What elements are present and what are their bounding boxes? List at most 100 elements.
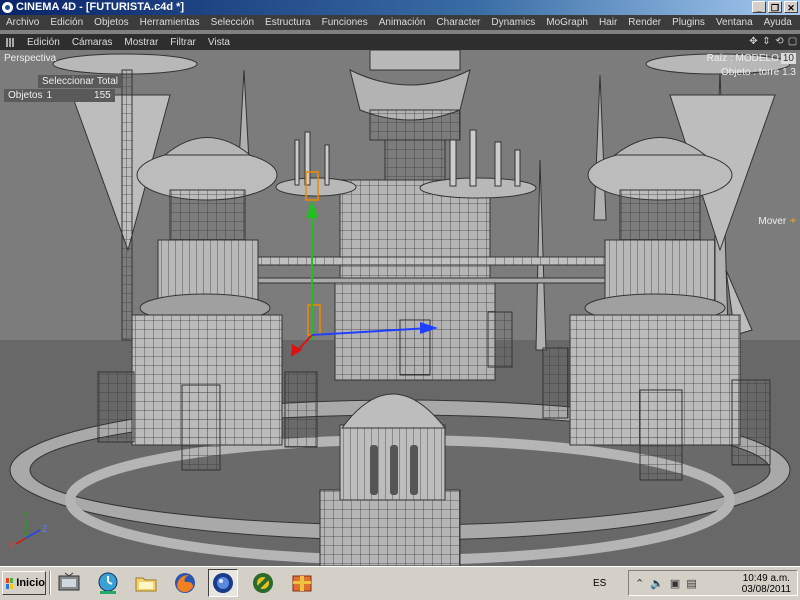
pillar (181, 384, 221, 471)
network-icon[interactable]: ▤ (686, 577, 696, 590)
taskbar-app-timer[interactable] (93, 569, 123, 597)
menu-animacion[interactable]: Animación (373, 17, 431, 28)
taskbar: Inicio ES ⌃ 🔈 ▣ ▤ 10:49 a.m. 03/08/2011 (0, 566, 800, 600)
close-button[interactable]: ✕ (784, 1, 798, 13)
objects-label: Objetos (8, 90, 43, 101)
taskbar-app-tool[interactable] (248, 569, 278, 597)
menu-render[interactable]: Render (622, 17, 666, 28)
taskbar-app-folder[interactable] (131, 569, 161, 597)
viewport-menu-vista[interactable]: Vista (202, 37, 236, 48)
front-base-wire (320, 490, 460, 566)
clock-date: 03/08/2011 (741, 584, 791, 595)
selected-object-bottom[interactable] (307, 304, 321, 336)
rotate-view-icon[interactable]: ⟲ (774, 36, 785, 47)
menu-dynamics[interactable]: Dynamics (485, 17, 540, 28)
perspective-viewport[interactable]: Y Z X Perspectiva Seleccionar Total Obje… (0, 50, 800, 566)
taskbar-app-archive[interactable] (287, 569, 317, 597)
volume-icon[interactable]: 🔈 (650, 577, 664, 590)
taskbar-app-firefox[interactable] (170, 569, 200, 597)
tool-label: Mover (758, 216, 787, 227)
walkway-rail (257, 257, 607, 265)
object-stats: Objetos 1 155 (4, 89, 115, 102)
menu-ayuda[interactable]: Ayuda (758, 17, 797, 28)
menu-mograph[interactable]: MoGraph (540, 17, 593, 28)
spire (593, 74, 607, 221)
maximize-view-icon[interactable]: ▢ (787, 36, 798, 47)
spire (535, 159, 547, 351)
move-tool-icon: + (790, 216, 796, 227)
disk-left (275, 177, 357, 197)
viewport-menu-mostrar[interactable]: Mostrar (118, 37, 164, 48)
start-button[interactable]: Inicio (2, 571, 46, 595)
window-controls: _ ❐ ✕ (752, 1, 798, 13)
menu-funciones[interactable]: Funciones (316, 17, 373, 28)
objects-count: 1 (46, 90, 53, 101)
cinema4d-icon (213, 573, 233, 593)
move-view-icon[interactable]: ✥ (748, 36, 759, 47)
taskbar-app-tv[interactable] (54, 569, 84, 597)
cinema4d-app-icon[interactable] (2, 2, 13, 13)
walkway-lower (257, 277, 609, 284)
left-cap (163, 137, 252, 156)
clock-time: 10:49 a.m. (742, 573, 790, 584)
tv-icon (58, 572, 80, 591)
taskbar-app-cinema4d[interactable] (208, 569, 238, 597)
menu-plugins[interactable]: Plugins (666, 17, 710, 28)
language-indicator[interactable]: ES (593, 578, 606, 589)
pillar (639, 389, 683, 481)
folder-icon (135, 577, 157, 592)
viewport-menu-camaras[interactable]: Cámaras (66, 37, 119, 48)
scene-render[interactable]: Y Z X (0, 50, 800, 566)
right-neck (619, 189, 701, 241)
menu-archivo[interactable]: Archivo (0, 17, 44, 28)
world-axis-y-label: Y (22, 510, 28, 520)
front-window (370, 445, 378, 495)
viewport-menu-filtrar[interactable]: Filtrar (164, 37, 202, 48)
windows-flag-icon (6, 577, 14, 589)
menu-character[interactable]: Character (430, 17, 485, 28)
clock[interactable]: 10:49 a.m. 03/08/2011 (742, 573, 791, 595)
pillar (487, 311, 513, 368)
front-window (410, 445, 418, 495)
left-mast (121, 69, 133, 341)
printer-icon[interactable]: ▣ (670, 577, 680, 590)
tray-icons: ⌃ 🔈 ▣ ▤ (635, 577, 697, 590)
select-all-button[interactable]: Seleccionar Total (38, 75, 122, 88)
building (449, 139, 457, 187)
archive-icon (292, 575, 312, 592)
center-top (369, 50, 461, 71)
restore-button[interactable]: ❐ (768, 1, 782, 13)
minimize-button[interactable]: _ (752, 1, 766, 13)
menu-objetos[interactable]: Objetos (88, 17, 133, 28)
world-axis-x-label: X (8, 540, 14, 550)
chevron-up-icon[interactable]: ⌃ (635, 577, 644, 590)
viewport-menu-bar: Edición Cámaras Mostrar Filtrar Vista ✥ … (0, 34, 800, 50)
menu-hair[interactable]: Hair (593, 17, 622, 28)
pillar (731, 379, 771, 466)
menu-herramientas[interactable]: Herramientas (134, 17, 205, 28)
timer-icon (98, 572, 118, 594)
menu-edicion[interactable]: Edición (44, 17, 88, 28)
window-title: CINEMA 4D - [FUTURISTA.c4d *] (16, 1, 185, 13)
dolly-view-icon[interactable]: ⇕ (761, 36, 772, 47)
viewport-grip-icon[interactable] (6, 37, 15, 47)
system-tray: ES ⌃ 🔈 ▣ ▤ 10:49 a.m. 03/08/2011 (593, 570, 798, 596)
menu-seleccion[interactable]: Selección (205, 17, 259, 28)
main-menu-bar: Archivo Edición Objetos Herramientas Sel… (0, 15, 800, 30)
pillar (284, 371, 318, 448)
viewport-menu-edicion[interactable]: Edición (21, 37, 66, 48)
root-label: Raíz : MODELO (706, 53, 779, 64)
center-neck (384, 139, 446, 181)
gizmo-y-arrow[interactable] (306, 200, 318, 218)
right-drum-wire (605, 240, 715, 300)
pillar (97, 371, 135, 443)
title-bar: CINEMA 4D - [FUTURISTA.c4d *] _ ❐ ✕ (0, 0, 800, 15)
viewport-nav-icons: ✥ ⇕ ⟲ ▢ (748, 36, 798, 47)
menu-ventana[interactable]: Ventana (710, 17, 758, 28)
building (494, 141, 502, 187)
menu-estructura[interactable]: Estructura (259, 17, 316, 28)
taskbar-separator (49, 571, 51, 595)
polygons-count: 155 (94, 90, 111, 101)
firefox-icon (175, 573, 195, 593)
world-axis-z-label: Z (42, 524, 48, 534)
